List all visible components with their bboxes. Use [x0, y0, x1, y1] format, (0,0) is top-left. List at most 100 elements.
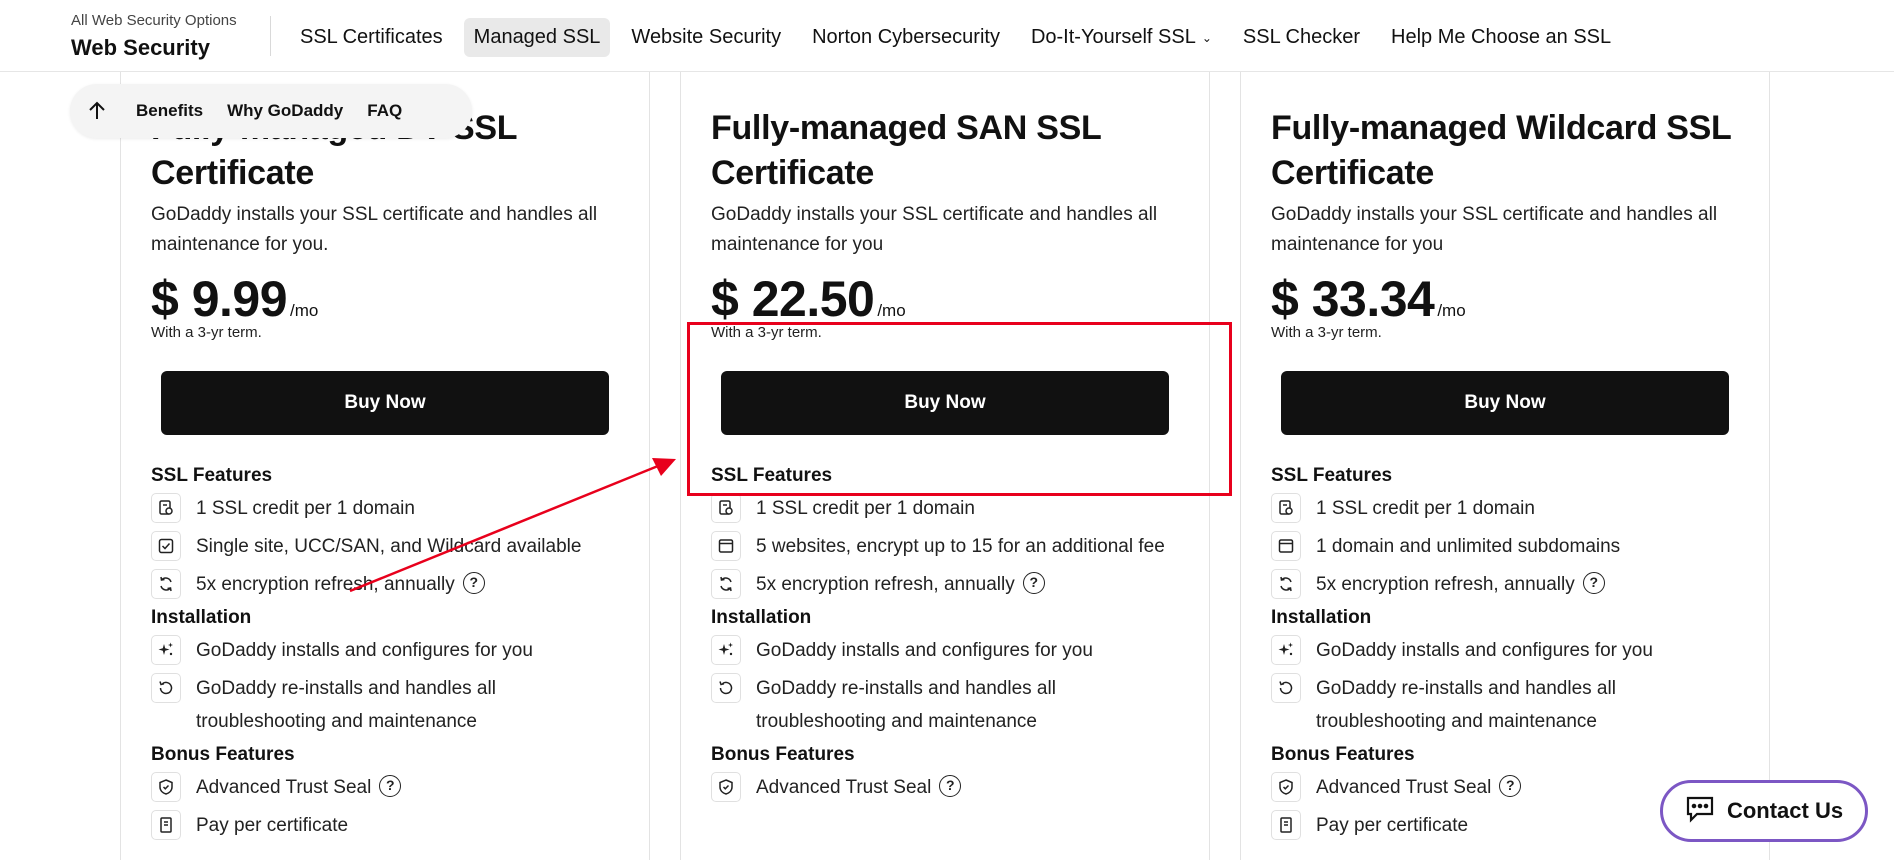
nav-link-ssl-checker[interactable]: SSL Checker [1233, 18, 1370, 57]
bonus-features-heading: Bonus Features [1271, 744, 1415, 765]
bonus-features-heading: Bonus Features [151, 744, 295, 765]
nav-link-label: Norton Cybersecurity [812, 26, 1000, 48]
feature-item: Advanced Trust Seal? [151, 772, 631, 804]
help-icon[interactable]: ? [379, 774, 402, 797]
section-link-faq[interactable]: FAQ [367, 101, 402, 121]
contact-us-button[interactable]: Contact Us [1660, 780, 1868, 842]
nav-link-label: Managed SSL [473, 26, 601, 48]
feature-text: 5x encryption refresh, annually? [1316, 568, 1605, 601]
ssl-features-heading: SSL Features [151, 465, 273, 486]
price-row: $ 33.34 /mo [1271, 270, 1751, 328]
price-term: With a 3-yr term. [1271, 324, 1382, 341]
ssl-features-heading: SSL Features [711, 465, 833, 486]
price: $ 22.50 [711, 271, 875, 327]
feature-item: 1 SSL credit per 1 domain [711, 493, 1191, 525]
feature-text: GoDaddy re-installs and handles all trou… [196, 678, 496, 732]
shield-icon [151, 772, 181, 802]
feature-item: GoDaddy installs and configures for you [1271, 635, 1751, 667]
contact-us-label: Contact Us [1726, 798, 1844, 823]
help-icon[interactable]: ? [939, 774, 962, 797]
feature-text: GoDaddy installs and configures for you [756, 640, 1093, 661]
nav-link-ssl-certificates[interactable]: SSL Certificates [290, 18, 453, 57]
feature-item: GoDaddy re-installs and handles all trou… [711, 673, 1191, 738]
help-icon[interactable]: ? [1499, 774, 1522, 797]
credit-icon [1271, 493, 1301, 523]
price-term: With a 3-yr term. [151, 324, 262, 341]
feature-item: 5x encryption refresh, annually? [711, 569, 1191, 601]
card-description: GoDaddy installs your SSL certificate an… [711, 204, 1158, 255]
help-icon[interactable]: ? [462, 571, 485, 594]
reinstall-icon [711, 673, 741, 703]
top-navigation: All Web Security Options Web Security SS… [0, 0, 1894, 72]
feature-text: 1 domain and unlimited subdomains [1316, 536, 1621, 557]
section-link-why-godaddy[interactable]: Why GoDaddy [227, 101, 343, 121]
feature-text: GoDaddy re-installs and handles all trou… [1316, 678, 1616, 732]
product-card-dv-ssl: Fully-managed DV SSL Certificate GoDaddy… [120, 72, 650, 860]
nav-link-label: Do-It-Yourself SSL [1030, 26, 1196, 48]
section-link-benefits[interactable]: Benefits [136, 101, 203, 121]
price-term: With a 3-yr term. [711, 324, 822, 341]
reinstall-icon [151, 673, 181, 703]
refresh-icon [151, 569, 181, 599]
nav-link-help-me-choose[interactable]: Help Me Choose an SSL [1381, 18, 1621, 57]
shield-icon [1271, 772, 1301, 802]
receipt-icon [1271, 810, 1301, 840]
sparkle-icon [151, 635, 181, 665]
feature-text: 5 websites, encrypt up to 15 for an addi… [756, 536, 1165, 557]
nav-link-managed-ssl[interactable]: Managed SSL [463, 18, 611, 57]
card-title: Fully-managed Wildcard SSL Certificate [1271, 109, 1731, 192]
price: $ 9.99 [151, 271, 288, 327]
nav-link-website-security[interactable]: Website Security [621, 18, 791, 57]
sparkle-icon [711, 635, 741, 665]
feature-item: GoDaddy installs and configures for you [711, 635, 1191, 667]
reinstall-icon [1271, 673, 1301, 703]
browser-window-icon [711, 531, 741, 561]
product-card-wildcard-ssl: Fully-managed Wildcard SSL Certificate G… [1240, 72, 1770, 860]
check-box-icon [151, 531, 181, 561]
feature-item: 5x encryption refresh, annually? [1271, 569, 1751, 601]
buy-now-button[interactable]: Buy Now [721, 371, 1169, 435]
feature-item: 1 SSL credit per 1 domain [1271, 493, 1751, 525]
help-icon[interactable]: ? [1582, 571, 1605, 594]
feature-text: Advanced Trust Seal? [196, 771, 402, 804]
section-nav: Benefits Why GoDaddy FAQ [70, 84, 472, 138]
card-title: Fully-managed SAN SSL Certificate [711, 109, 1101, 192]
feature-text: GoDaddy re-installs and handles all trou… [756, 678, 1056, 732]
brand-title: Web Security [71, 35, 210, 60]
card-description: GoDaddy installs your SSL certificate an… [1271, 204, 1718, 255]
sparkle-icon [1271, 635, 1301, 665]
credit-icon [711, 493, 741, 523]
feature-text: GoDaddy installs and configures for you [1316, 640, 1653, 661]
nav-divider [270, 16, 271, 56]
feature-text: Pay per certificate [1316, 815, 1469, 836]
feature-item: 5x encryption refresh, annually? [151, 569, 631, 601]
feature-text: GoDaddy installs and configures for you [196, 640, 533, 661]
bonus-features-heading: Bonus Features [711, 744, 855, 765]
card-description: GoDaddy installs your SSL certificate an… [151, 204, 598, 255]
nav-links: SSL Certificates Managed SSL Website Sec… [290, 18, 1632, 57]
buy-now-button[interactable]: Buy Now [1281, 371, 1729, 435]
buy-now-button[interactable]: Buy Now [161, 371, 609, 435]
feature-item: 1 domain and unlimited subdomains [1271, 531, 1751, 563]
chevron-down-icon: ⌄ [1201, 30, 1212, 45]
ssl-features-heading: SSL Features [1271, 465, 1393, 486]
help-icon[interactable]: ? [1022, 571, 1045, 594]
feature-item: Pay per certificate [151, 810, 631, 842]
feature-text: Pay per certificate [196, 815, 349, 836]
feature-text: 1 SSL credit per 1 domain [196, 498, 415, 519]
shield-icon [711, 772, 741, 802]
feature-item: Advanced Trust Seal? [711, 772, 1191, 804]
price: $ 33.34 [1271, 271, 1435, 327]
nav-link-label: SSL Certificates [300, 26, 443, 48]
brand[interactable]: All Web Security Options Web Security [71, 12, 237, 61]
feature-text: 5x encryption refresh, annually? [196, 568, 485, 601]
nav-link-do-it-yourself-ssl[interactable]: Do-It-Yourself SSL ⌄ [1021, 18, 1222, 57]
chat-icon [1685, 795, 1715, 828]
installation-heading: Installation [1271, 607, 1372, 628]
price-period: /mo [1437, 301, 1466, 320]
feature-item: 1 SSL credit per 1 domain [151, 493, 631, 525]
arrow-up-icon[interactable] [70, 84, 124, 138]
nav-link-norton-cybersecurity[interactable]: Norton Cybersecurity [802, 18, 1010, 57]
feature-item: Single site, UCC/SAN, and Wildcard avail… [151, 531, 631, 563]
nav-link-label: Website Security [631, 26, 782, 48]
